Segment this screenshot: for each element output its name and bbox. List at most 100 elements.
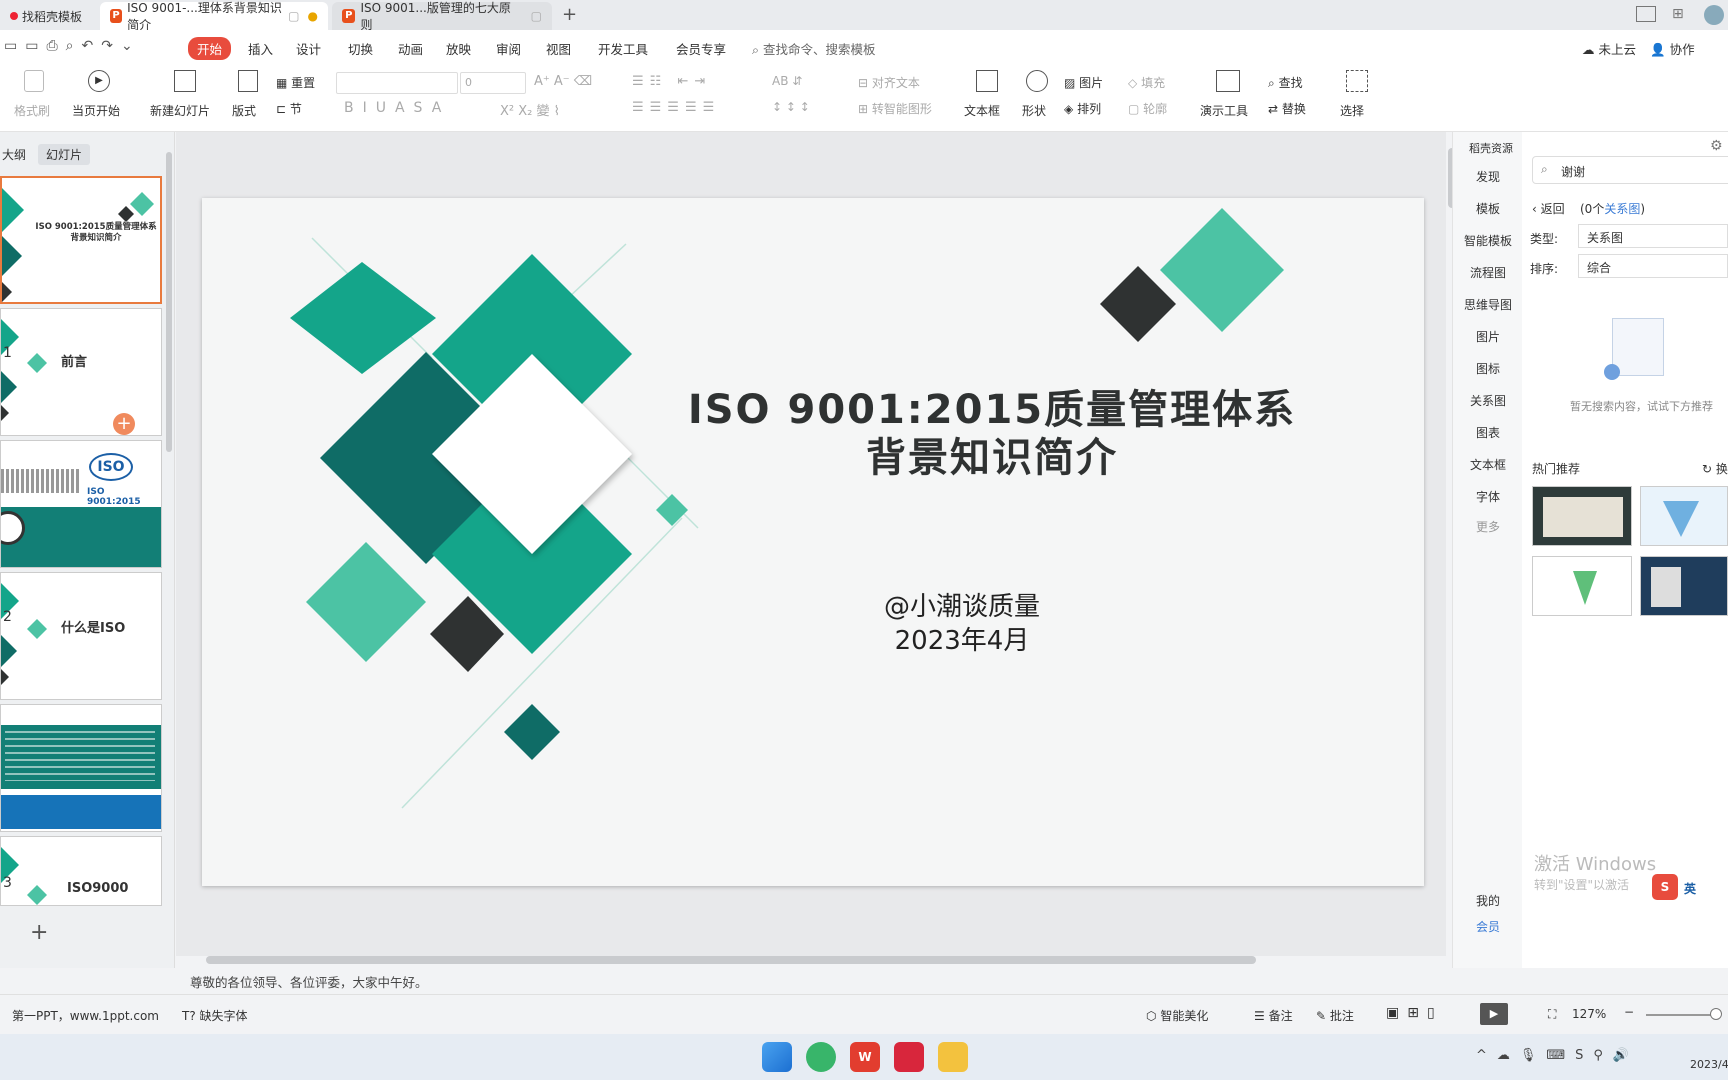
template-thumb-4[interactable]: [1640, 556, 1728, 616]
left-scrollbar[interactable]: [166, 152, 172, 452]
zoom-level[interactable]: 127%: [1572, 1007, 1606, 1021]
tab-iso-principles[interactable]: P ISO 9001...版管理的七大原则 ▢: [332, 1, 552, 32]
nav-flowchart[interactable]: 流程图: [1453, 264, 1523, 281]
nav-font[interactable]: 字体: [1453, 488, 1523, 505]
layout-button[interactable]: 版式: [232, 102, 256, 119]
slide-thumb-2[interactable]: 1 前言 +: [0, 308, 162, 436]
menu-transition[interactable]: 切换: [348, 39, 373, 58]
align-icons[interactable]: ☰☰☰☰☰: [632, 100, 720, 115]
shape-button[interactable]: 形状: [1022, 102, 1046, 119]
reset-button[interactable]: ▦ 重置: [276, 74, 315, 91]
quick-access-icons[interactable]: ▭▭⎙⌕↶↷⌄: [4, 38, 141, 54]
menu-insert[interactable]: 插入: [248, 39, 273, 58]
find-button[interactable]: ⌕ 查找: [1268, 74, 1303, 91]
menu-review[interactable]: 审阅: [496, 39, 521, 58]
ime-logo-icon[interactable]: S: [1652, 874, 1678, 900]
media-app-icon[interactable]: [894, 1042, 924, 1072]
menu-developer[interactable]: 开发工具: [598, 39, 648, 58]
slide[interactable]: ISO 9001:2015质量管理体系 背景知识简介 @小潮谈质量 2023年4…: [202, 198, 1424, 886]
menu-slideshow[interactable]: 放映: [446, 39, 471, 58]
play-slideshow-button[interactable]: ▶: [1480, 1003, 1508, 1025]
resource-header[interactable]: 稻壳资源: [1469, 140, 1513, 156]
nav-icon[interactable]: 图标: [1453, 360, 1523, 377]
nav-mindmap[interactable]: 思维导图: [1453, 296, 1523, 313]
tab-slides[interactable]: 幻灯片: [38, 144, 91, 165]
slide-thumb-3[interactable]: ISO ISO 9001:2015: [0, 440, 162, 568]
menu-view[interactable]: 视图: [546, 39, 571, 58]
slide-thumb-6[interactable]: 3 ISO9000: [0, 836, 162, 906]
from-current-button[interactable]: 当页开始: [72, 102, 120, 119]
nav-mine[interactable]: 我的: [1453, 892, 1523, 909]
line-spacing-icons[interactable]: ↕ ↕ ↕: [772, 100, 810, 114]
select-button[interactable]: 选择: [1340, 102, 1364, 119]
slide-thumb-4[interactable]: 2 什么是ISO: [0, 572, 162, 700]
menu-start[interactable]: 开始: [188, 37, 232, 60]
arrange-button[interactable]: ◈ 排列: [1064, 100, 1101, 117]
align-text-button[interactable]: ⊟ 对齐文本: [858, 74, 920, 91]
add-slide-icon[interactable]: +: [113, 413, 135, 435]
template-thumb-1[interactable]: [1532, 486, 1632, 546]
back-button[interactable]: ‹ 返回: [1532, 200, 1565, 217]
sort-select[interactable]: 综合: [1578, 254, 1728, 278]
nav-more[interactable]: 更多: [1453, 518, 1523, 535]
nav-discover[interactable]: 发现: [1453, 168, 1523, 185]
type-select[interactable]: 关系图: [1578, 224, 1728, 248]
tab-outline[interactable]: 大纲: [2, 146, 26, 163]
replace-button[interactable]: ⇄ 替换: [1268, 100, 1306, 117]
tab-iso-background[interactable]: P ISO 9001-...理体系背景知识简介 ▢ ●: [100, 1, 328, 32]
windows-start-icon[interactable]: [762, 1042, 792, 1072]
resource-search-input[interactable]: ⌕ 谢谢: [1532, 156, 1728, 184]
cloud-status[interactable]: ☁ 未上云: [1582, 39, 1636, 58]
tab-template[interactable]: 找稻壳模板: [0, 2, 100, 30]
nav-chart[interactable]: 图表: [1453, 424, 1523, 441]
system-tray-icons[interactable]: ^☁🎙⌨S⚲🔊: [1476, 1048, 1639, 1063]
picture-button[interactable]: ▨ 图片: [1064, 74, 1103, 91]
comment-toggle[interactable]: ✎ 批注: [1316, 1007, 1354, 1024]
browser-icon[interactable]: [806, 1042, 836, 1072]
menu-member[interactable]: 会员专享: [676, 39, 726, 58]
grid-icon[interactable]: ⊞: [1672, 6, 1684, 22]
close-icon[interactable]: ▢: [531, 9, 542, 23]
slide-thumb-1[interactable]: ISO 9001:2015质量管理体系背景知识简介: [0, 176, 162, 304]
gear-icon[interactable]: ⚙: [1710, 138, 1723, 154]
avatar[interactable]: [1704, 5, 1724, 25]
refresh-button[interactable]: ↻ 换: [1702, 460, 1728, 477]
close-icon[interactable]: ▢: [288, 9, 299, 23]
font-grow-shrink-icons[interactable]: A⁺ A⁻ ⌫: [534, 74, 592, 89]
view-mode-icons[interactable]: ▣⊞▯: [1386, 1005, 1443, 1021]
textbox-button[interactable]: 文本框: [964, 102, 1000, 119]
command-search[interactable]: ⌕ 查找命令、搜索模板: [752, 39, 876, 58]
zoom-out-icon[interactable]: −: [1624, 1005, 1634, 1019]
add-slide-button[interactable]: +: [30, 920, 48, 945]
notes-bar[interactable]: 尊敬的各位领导、各位评委，大家中午好。: [176, 966, 1446, 994]
menu-design[interactable]: 设计: [296, 39, 321, 58]
text-direction-icons[interactable]: AB ⇵: [772, 74, 802, 88]
present-tool-button[interactable]: 演示工具: [1200, 102, 1248, 119]
menu-animation[interactable]: 动画: [398, 39, 423, 58]
nav-smart-template[interactable]: 智能模板: [1453, 232, 1523, 249]
horizontal-scrollbar[interactable]: [206, 956, 1256, 964]
wps-icon[interactable]: W: [850, 1042, 880, 1072]
nav-textbox[interactable]: 文本框: [1453, 456, 1523, 473]
notes-toggle[interactable]: ☰ 备注: [1254, 1007, 1293, 1024]
collab-button[interactable]: 👤 协作: [1650, 39, 1695, 58]
slide-title[interactable]: ISO 9001:2015质量管理体系 背景知识简介: [642, 386, 1342, 482]
template-thumb-2[interactable]: [1640, 486, 1728, 546]
superscript-icons[interactable]: X² X₂ 變 ⌇: [500, 100, 560, 119]
font-family-select[interactable]: [336, 72, 458, 94]
list-icons[interactable]: ☰☷ ⇤⇥: [632, 74, 711, 89]
nav-template[interactable]: 模板: [1453, 200, 1523, 217]
file-explorer-icon[interactable]: [938, 1042, 968, 1072]
smart-shape-button[interactable]: ⊞ 转智能图形: [858, 100, 932, 117]
new-tab-button[interactable]: +: [562, 4, 577, 25]
font-size-select[interactable]: 0: [460, 72, 526, 94]
slide-subtitle[interactable]: @小潮谈质量 2023年4月: [782, 590, 1142, 658]
template-thumb-3[interactable]: [1532, 556, 1632, 616]
nav-picture[interactable]: 图片: [1453, 328, 1523, 345]
beautify-button[interactable]: ⬡ 智能美化: [1146, 1007, 1208, 1024]
new-slide-button[interactable]: 新建幻灯片: [150, 102, 210, 119]
outline-button[interactable]: ▢ 轮廓: [1128, 100, 1167, 117]
ime-lang-indicator[interactable]: 英: [1684, 880, 1696, 897]
missing-font-button[interactable]: T? 缺失字体: [182, 1007, 248, 1024]
slide-thumb-5[interactable]: [0, 704, 162, 832]
